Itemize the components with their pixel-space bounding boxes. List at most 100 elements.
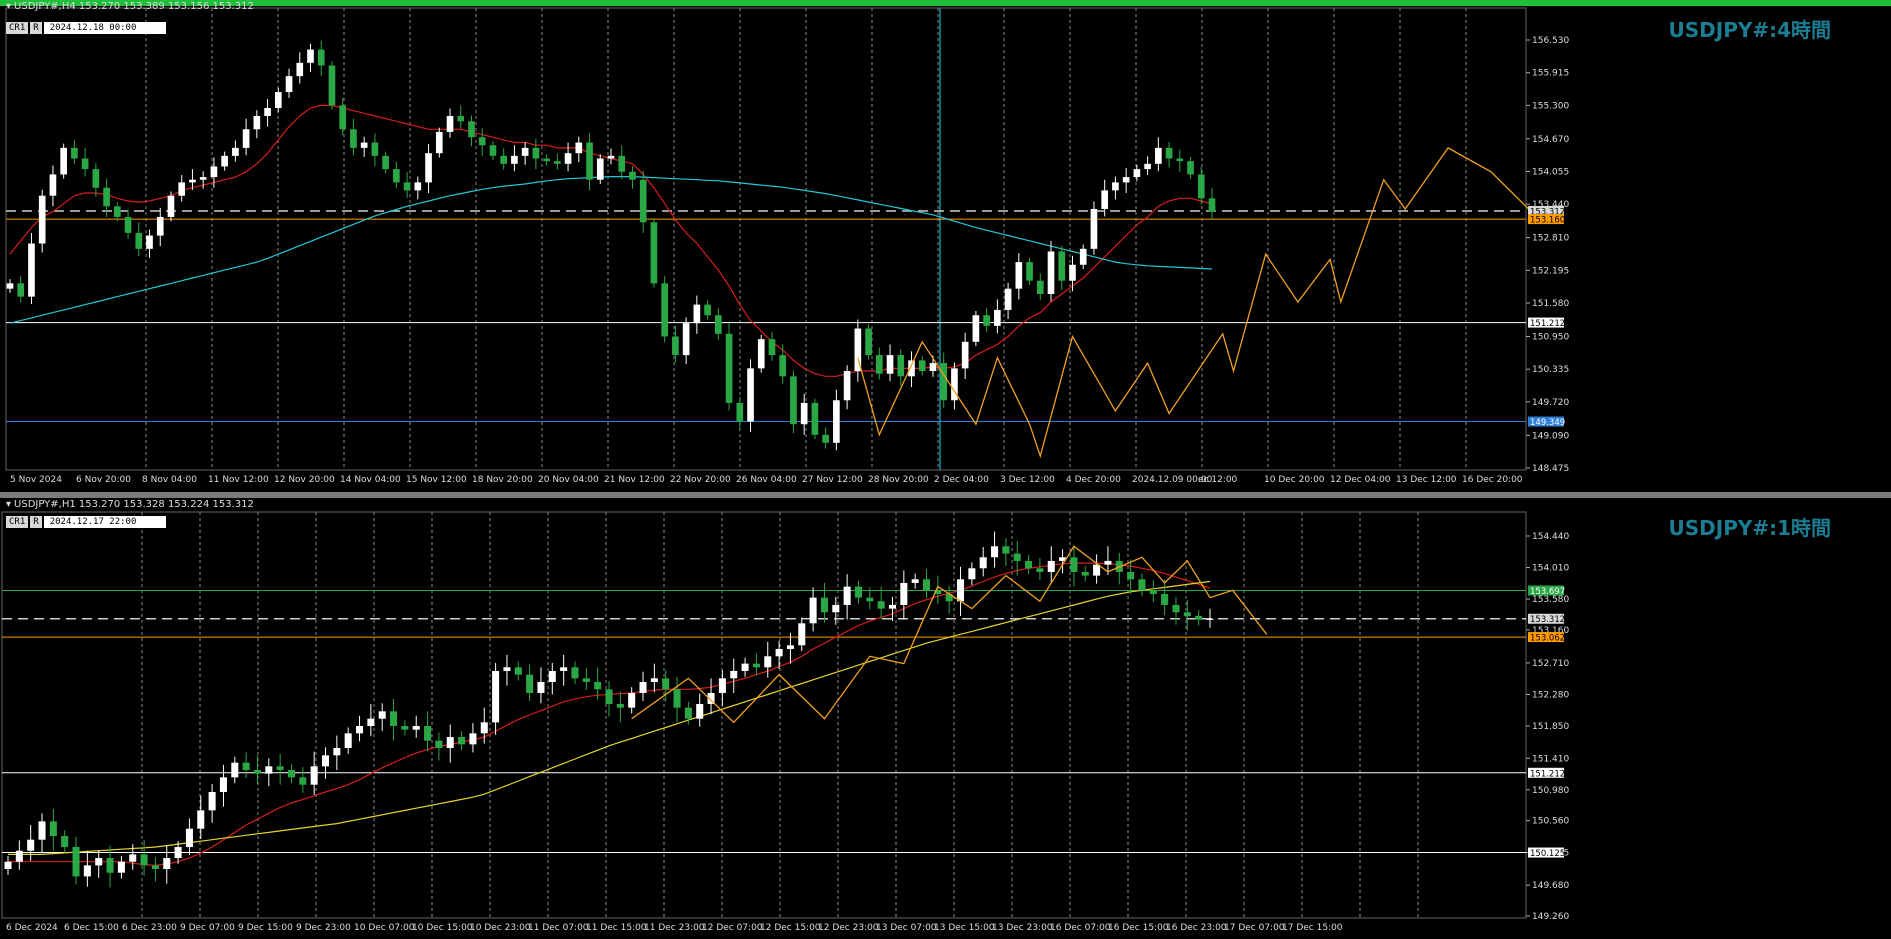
candle-body (790, 376, 797, 425)
candle-body (560, 667, 568, 671)
candle-body (403, 182, 411, 191)
price-label: 151.212 (1530, 769, 1565, 779)
y-tick-label: 152.810 (1532, 234, 1569, 244)
zigzag-line (631, 545, 1268, 724)
candle-body (809, 597, 817, 624)
candle-body (605, 689, 613, 704)
candle-body (940, 363, 948, 401)
h4-crosshair-date: 2024.12.18 00:00 (43, 22, 166, 34)
candle-body (639, 179, 647, 223)
candle-body (718, 678, 726, 693)
triangle-down-icon[interactable]: ▾ (6, 499, 11, 510)
candle-body (922, 579, 931, 591)
candle-body (425, 153, 432, 183)
candle-body (714, 315, 722, 334)
candle-body (328, 65, 336, 106)
price-label: 153.160 (1530, 216, 1565, 226)
candle-body (1195, 615, 1203, 620)
candle-body (757, 339, 765, 369)
h4-mode-r[interactable]: R (30, 22, 42, 34)
candle-body (185, 828, 193, 848)
candle-body (458, 737, 466, 745)
x-tick-label: 11 Nov 12:00 (208, 475, 269, 485)
x-tick-label: 16 Dec 15:00 (1108, 923, 1169, 933)
candle-body (208, 792, 216, 811)
y-tick-label: 156.530 (1532, 36, 1569, 46)
candle-body (307, 49, 314, 63)
candle-body (618, 155, 626, 172)
candle-body (242, 129, 250, 148)
candle-body (285, 76, 293, 93)
h4-chart-panel[interactable]: 156.530 155.915 155.300 154.670 154.055 153.4… (0, 0, 1891, 492)
candle-body (639, 681, 647, 693)
h1-chart-canvas[interactable]: 154.440154.010153.580153.160152.710152.2… (0, 498, 1891, 939)
x-tick-label: 16 Dec 07:00 (1050, 923, 1111, 933)
y-tick-label: 155.300 (1532, 101, 1569, 111)
candle-body (537, 681, 545, 693)
candle-body (72, 847, 80, 877)
candle-body (764, 656, 772, 668)
x-tick-label: 4 Dec 20:00 (1066, 475, 1121, 485)
candle-body (1047, 560, 1055, 572)
candle-body (468, 121, 475, 138)
candle-body (779, 355, 787, 377)
candle-body (514, 667, 522, 675)
candle-body (435, 740, 443, 749)
candle-body (704, 304, 711, 316)
candle-body (4, 861, 12, 870)
candle-body (979, 557, 987, 569)
candle-body (333, 748, 341, 756)
candle-body (991, 546, 999, 558)
x-tick-label: 2 Dec 04:00 (934, 475, 989, 485)
h4-mode-cr1[interactable]: CR1 (6, 22, 29, 34)
candle-body (673, 689, 681, 708)
candle-body (265, 766, 273, 774)
candle-body (1187, 161, 1194, 175)
candle-body (61, 836, 69, 848)
candle-body (747, 368, 754, 422)
candle-body (730, 670, 738, 679)
x-tick-label: 8 Nov 04:00 (142, 475, 197, 485)
candle-body (897, 355, 905, 377)
candle-body (81, 158, 89, 170)
candle-body (1155, 147, 1162, 164)
h4-chart-canvas[interactable]: 156.530155.915155.300154.670154.055153.4… (0, 0, 1891, 492)
y-tick-label: 151.580 (1532, 299, 1569, 309)
candle-body (231, 762, 239, 778)
x-tick-label: 11 Dec 23:00 (644, 923, 705, 933)
candle-body (414, 182, 422, 191)
x-tick-label: 21 Nov 12:00 (604, 475, 665, 485)
candle-body (49, 821, 57, 837)
y-tick-label: 151.850 (1532, 722, 1569, 732)
candle-body (1093, 564, 1101, 576)
h1-mode-r[interactable]: R (30, 516, 42, 528)
x-tick-label: 26 Nov 04:00 (736, 475, 797, 485)
candle-body (548, 670, 556, 682)
candle-body (103, 187, 110, 207)
candle-body (489, 145, 497, 156)
candle-body (983, 315, 990, 326)
candle-body (820, 597, 828, 613)
candle-body (317, 49, 325, 66)
h1-header-text: USDJPY#,H1 153.270 153.328 153.224 153.3… (14, 499, 254, 510)
candle-body (554, 161, 561, 164)
x-tick-label: 5 Nov 2024 (10, 475, 62, 485)
candle-body (446, 737, 454, 749)
candle-body (968, 568, 976, 580)
y-tick-label: 149.260 (1532, 912, 1569, 922)
x-tick-label: 13 Dec 07:00 (876, 923, 937, 933)
y-tick-label: 151.410 (1532, 754, 1569, 764)
h1-chart-panel[interactable]: 154.440 154.010 153.580 153.160 152.710 152.2… (0, 498, 1891, 939)
h1-mode-cr1[interactable]: CR1 (6, 516, 29, 528)
candle-body (1069, 264, 1076, 281)
triangle-down-icon[interactable]: ▾ (6, 1, 11, 12)
price-label: 149.349 (1530, 418, 1565, 428)
candle-body (27, 839, 35, 851)
candle-body (1058, 251, 1066, 281)
candle-body (628, 692, 636, 708)
y-tick-label: 150.335 (1532, 365, 1569, 375)
candle-body (253, 115, 261, 130)
candle-body (886, 355, 894, 374)
candle-body (167, 195, 175, 217)
x-tick-label: 12 Dec 07:00 (702, 923, 763, 933)
